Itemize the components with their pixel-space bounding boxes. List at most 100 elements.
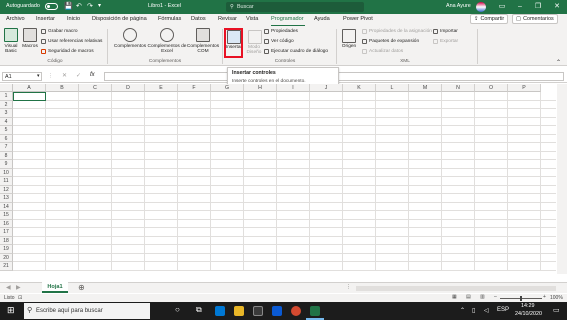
tab-programador[interactable]: Programador bbox=[271, 16, 304, 22]
network-icon[interactable]: ▯ bbox=[472, 307, 475, 314]
clock-date[interactable]: 24/10/2020 bbox=[515, 311, 542, 317]
ver-codigo-button[interactable]: Ver código bbox=[264, 39, 294, 44]
normal-view-icon[interactable]: ▦ bbox=[452, 294, 457, 300]
exportar-button[interactable]: Exportar bbox=[433, 39, 458, 44]
spreadsheet-grid[interactable]: A B C D E F G H I J K L M N O P 1 2 3 4 5 6 7 8 9 10 11 12 13 14 15 16 1… bbox=[0, 84, 567, 271]
horizontal-scrollbar[interactable] bbox=[356, 286, 556, 291]
grabar-macro-button[interactable]: Grabar macro bbox=[41, 29, 78, 34]
modo-diseno-label[interactable]: Modo Diseño bbox=[243, 45, 265, 56]
name-box[interactable]: A1 bbox=[2, 72, 42, 81]
tab-archivo[interactable]: Archivo bbox=[6, 16, 25, 22]
column-header[interactable]: F bbox=[178, 84, 211, 92]
importar-button[interactable]: Importar bbox=[433, 29, 458, 34]
tab-vista[interactable]: Vista bbox=[246, 16, 258, 22]
accessibility-icon[interactable]: ⊡ bbox=[18, 295, 22, 301]
tray-chevron-icon[interactable]: ⌃ bbox=[460, 307, 465, 314]
select-all-corner[interactable] bbox=[0, 84, 13, 92]
ribbon-display-icon[interactable]: ▭ bbox=[493, 0, 511, 14]
task-view-icon[interactable]: ⧉ bbox=[196, 305, 202, 315]
name-box-dropdown-icon[interactable]: ▾ bbox=[37, 73, 40, 79]
column-header[interactable]: K bbox=[343, 84, 376, 92]
row-header[interactable]: 21 bbox=[0, 262, 13, 271]
row-header[interactable]: 4 bbox=[0, 117, 13, 126]
row-header[interactable]: 14 bbox=[0, 202, 13, 211]
column-header[interactable]: B bbox=[46, 84, 79, 92]
add-sheet-icon[interactable]: ⊕ bbox=[78, 283, 85, 292]
language-indicator[interactable]: ESP bbox=[497, 307, 509, 313]
row-header[interactable]: 10 bbox=[0, 168, 13, 177]
row-header[interactable]: 9 bbox=[0, 160, 13, 169]
tab-disposicion[interactable]: Disposición de página bbox=[92, 16, 147, 22]
store-icon[interactable] bbox=[253, 306, 263, 316]
vertical-scrollbar[interactable] bbox=[557, 84, 567, 274]
chrome-icon[interactable] bbox=[291, 306, 301, 316]
column-header[interactable]: E bbox=[145, 84, 178, 92]
column-header[interactable]: O bbox=[475, 84, 508, 92]
origen-label[interactable]: Origen bbox=[338, 44, 360, 49]
complementos-icon[interactable] bbox=[123, 28, 137, 42]
clock-time[interactable]: 14:29 bbox=[521, 303, 535, 309]
column-header[interactable]: C bbox=[79, 84, 112, 92]
row-header[interactable]: 5 bbox=[0, 126, 13, 135]
sheet-tab-hoja1[interactable]: Hoja1 bbox=[42, 282, 68, 293]
row-header[interactable]: 15 bbox=[0, 211, 13, 220]
tab-power-pivot[interactable]: Power Pivot bbox=[343, 16, 373, 22]
autosave-toggle[interactable] bbox=[45, 3, 58, 10]
comments-button[interactable]: ▢ Comentarios bbox=[512, 14, 558, 24]
page-layout-icon[interactable]: ▤ bbox=[466, 294, 471, 300]
column-header[interactable]: H bbox=[244, 84, 277, 92]
row-header[interactable]: 6 bbox=[0, 134, 13, 143]
row-header[interactable]: 16 bbox=[0, 219, 13, 228]
collapse-ribbon-icon[interactable]: ⌃ bbox=[556, 59, 561, 66]
row-header[interactable]: 12 bbox=[0, 185, 13, 194]
close-icon[interactable]: ✕ bbox=[548, 0, 566, 14]
undo-icon[interactable]: ↶ bbox=[76, 2, 82, 10]
com-addins-icon[interactable] bbox=[196, 28, 210, 42]
row-header[interactable]: 18 bbox=[0, 236, 13, 245]
propiedades-asignacion-button[interactable]: Propiedades de la asignación bbox=[362, 29, 432, 34]
seguridad-macros-button[interactable]: Seguridad de macros bbox=[41, 49, 94, 54]
complementos-excel-label[interactable]: Complementos de Excel bbox=[147, 44, 187, 55]
zoom-in-icon[interactable]: + bbox=[543, 294, 546, 300]
actualizar-datos-button[interactable]: Actualizar datos bbox=[362, 49, 403, 54]
share-button[interactable]: ⇪ Compartir bbox=[470, 14, 509, 24]
zoom-slider-thumb[interactable] bbox=[520, 296, 522, 301]
enter-icon[interactable]: ✓ bbox=[76, 72, 81, 79]
row-header[interactable]: 3 bbox=[0, 109, 13, 118]
tab-inicio[interactable]: Inicio bbox=[67, 16, 80, 22]
excel-taskbar-icon[interactable] bbox=[310, 306, 320, 316]
complementos-label[interactable]: Complementos bbox=[110, 44, 150, 49]
sheet-options-icon[interactable]: ⋮ bbox=[346, 284, 351, 290]
row-header[interactable]: 17 bbox=[0, 228, 13, 237]
next-sheet-icon[interactable]: ▶ bbox=[16, 284, 21, 291]
edge-icon[interactable] bbox=[215, 306, 225, 316]
column-header[interactable]: P bbox=[508, 84, 541, 92]
macros-icon[interactable] bbox=[23, 28, 37, 42]
macros-label[interactable]: Macros bbox=[20, 44, 40, 49]
column-header[interactable]: M bbox=[409, 84, 442, 92]
row-header[interactable]: 20 bbox=[0, 253, 13, 262]
visual-basic-icon[interactable] bbox=[4, 28, 18, 42]
page-break-icon[interactable]: ▥ bbox=[480, 294, 485, 300]
windows-start-icon[interactable]: ⊞ bbox=[7, 305, 15, 316]
file-explorer-icon[interactable] bbox=[234, 306, 244, 316]
maximize-icon[interactable]: ❐ bbox=[529, 0, 547, 14]
tab-formulas[interactable]: Fórmulas bbox=[158, 16, 181, 22]
ejecutar-cuadro-button[interactable]: Ejecutar cuadro de diálogo bbox=[264, 49, 328, 54]
row-header[interactable]: 1 bbox=[0, 92, 13, 101]
visual-basic-label[interactable]: Visual Basic bbox=[0, 44, 22, 55]
excel-addins-icon[interactable] bbox=[160, 28, 174, 42]
zoom-out-icon[interactable]: – bbox=[494, 294, 497, 300]
taskbar-search[interactable]: ⚲ Escribe aquí para buscar bbox=[24, 303, 150, 319]
propiedades-button[interactable]: Propiedades bbox=[264, 29, 298, 34]
tab-insertar[interactable]: Insertar bbox=[36, 16, 55, 22]
tab-datos[interactable]: Datos bbox=[191, 16, 206, 22]
search-box[interactable]: ⚲ Buscar bbox=[226, 2, 364, 12]
customize-toolbar-icon[interactable]: ▾ bbox=[98, 2, 101, 9]
active-cell[interactable] bbox=[13, 92, 46, 101]
zoom-level[interactable]: 100% bbox=[550, 295, 563, 301]
xml-source-icon[interactable] bbox=[342, 29, 356, 43]
row-header[interactable]: 11 bbox=[0, 177, 13, 186]
volume-icon[interactable]: ◁ bbox=[484, 307, 489, 314]
tab-ayuda[interactable]: Ayuda bbox=[314, 16, 330, 22]
